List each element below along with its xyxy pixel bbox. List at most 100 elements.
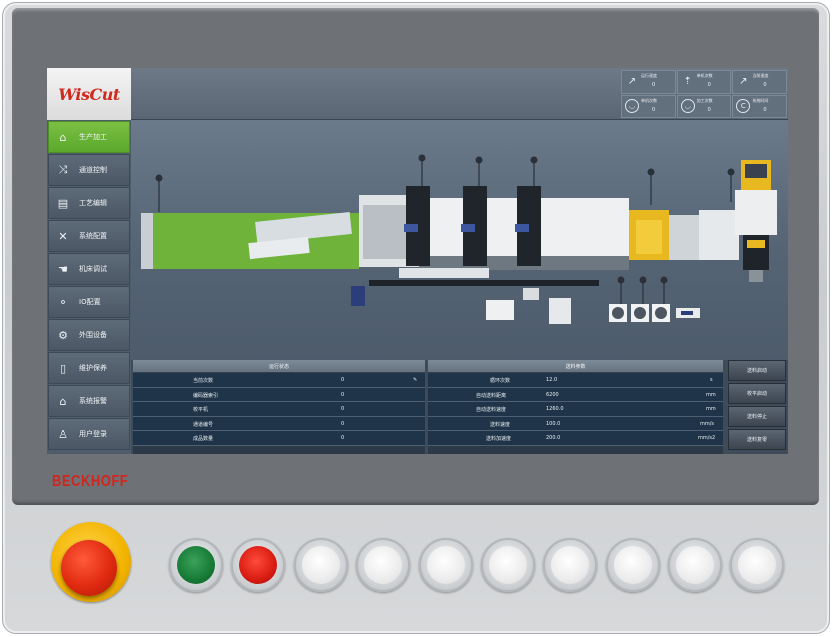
stat-label: 系统时间	[752, 97, 769, 103]
stat-value: 0	[763, 82, 767, 88]
row-unit: mm	[706, 406, 716, 412]
hardware-button-3[interactable]	[294, 538, 348, 592]
row-unit: mm	[706, 391, 716, 398]
sidebar-item-maintenance[interactable]: ▯ 维护保养	[48, 352, 130, 384]
table-row: 成品数量 0	[133, 431, 425, 446]
gear-icon: ⚙	[58, 328, 68, 342]
sidebar-item-alarms[interactable]: ⌂ 系统报警	[48, 385, 130, 417]
row-value[interactable]: 200.0	[546, 435, 560, 441]
sidebar-item-label: 生产加工	[79, 133, 107, 141]
io-icon: ⚬	[58, 295, 68, 309]
press-tower	[735, 160, 777, 282]
app-logo: WisCut	[47, 68, 131, 120]
stat-value: 0	[707, 106, 711, 113]
status-table-title: 运行状态	[133, 360, 425, 373]
stat-label: 单机次数	[696, 73, 713, 78]
user-icon: ♙	[58, 427, 68, 441]
row-label: 送料速度	[490, 421, 511, 428]
row-label: 自动送料距离	[476, 392, 507, 399]
stat-value: 0	[652, 106, 656, 113]
sidebar-item-machine-debug[interactable]: ☚ 机床调试	[48, 253, 130, 285]
brush-icon[interactable]: ✎	[413, 377, 417, 383]
stat-current-speed: ↗ 当前速度 0	[732, 70, 787, 94]
row-value[interactable]: 1260.0	[546, 406, 564, 412]
hardware-button-7[interactable]	[543, 538, 597, 592]
feed-stop-button[interactable]: 送料停止	[728, 406, 786, 427]
tools-icon: ✕	[58, 229, 68, 243]
row-value[interactable]: 100.0	[546, 421, 560, 427]
feed-table-title: 送料参数	[428, 360, 723, 373]
stat-label: 加工次数	[696, 97, 713, 103]
sidebar-item-label: 外围设备	[79, 331, 107, 339]
sidebar-item-label: 系统配置	[79, 232, 107, 240]
phone-icon: ▯	[59, 361, 67, 375]
hmi-screen: WisCut ↗ 运行速度 0 ⇡ 单机次数 0 ↗ 当前速度 0 ◡ 单机次数…	[47, 68, 788, 454]
sidebar-item-production[interactable]: ⌂ 生产加工	[48, 121, 130, 153]
row-label: 通道编号	[193, 421, 214, 428]
table-row[interactable]: 自动送料速度 1260.0 mm	[428, 402, 723, 417]
row-label: 循环次数	[490, 378, 511, 384]
row-label: 自动送料速度	[476, 407, 507, 413]
row-label: 送料加速度	[486, 436, 512, 442]
hardware-button-9[interactable]	[668, 538, 722, 592]
stat-process-count: ◡ 加工次数 0	[676, 94, 732, 118]
feed-start-button[interactable]: 送料启动	[728, 360, 786, 381]
table-row: 校平机 0	[133, 402, 425, 417]
row-label: 编码器索引	[193, 392, 219, 399]
row-value[interactable]: 12.0	[546, 377, 557, 383]
stat-value: 0	[763, 106, 767, 113]
stat-label: 单机次数	[641, 97, 657, 103]
row-unit: mm/s2	[698, 435, 716, 441]
sidebar-item-process-edit[interactable]: ▤ 工艺编辑	[48, 187, 130, 219]
row-label: 当前次数	[193, 378, 214, 384]
table-row[interactable]: 送料速度 100.0 mm/s	[428, 416, 723, 431]
bell-icon: ⌂	[59, 394, 67, 408]
row-value: 0	[341, 435, 345, 441]
hardware-button-5[interactable]	[419, 538, 473, 592]
row-value: 0	[341, 420, 345, 427]
table-row[interactable]: 循环次数 12.0 s	[428, 373, 723, 388]
top-bar: WisCut ↗ 运行速度 0 ⇡ 单机次数 0 ↗ 当前速度 0 ◡ 单机次数…	[47, 68, 788, 120]
document-icon: ▤	[57, 196, 69, 210]
status-grid: ↗ 运行速度 0 ⇡ 单机次数 0 ↗ 当前速度 0 ◡ 单机次数 0 ◡ 加工	[621, 70, 787, 118]
hardware-button-6[interactable]	[481, 538, 535, 592]
feed-reset-button[interactable]: 送料复零	[728, 429, 786, 450]
stat-cycle: ◡ 单机次数 0	[621, 94, 676, 118]
sidebar-item-channel-control[interactable]: ⤨ 通道控制	[48, 154, 130, 186]
machine-visualization[interactable]	[131, 120, 788, 360]
hardware-button-10[interactable]	[730, 538, 784, 592]
machine-diagram	[141, 154, 777, 324]
row-value[interactable]: 6200	[546, 392, 559, 398]
hardware-start-button[interactable]	[169, 538, 223, 592]
stat-value: 0	[652, 82, 656, 88]
leveler-start-button[interactable]: 校平启动	[728, 383, 786, 404]
sidebar-item-io-config[interactable]: ⚬ IO配置	[48, 286, 130, 318]
row-unit: s	[710, 377, 713, 383]
action-button-column: 送料启动 校平启动 送料停止 送料复零	[725, 360, 788, 454]
sidebar-item-peripherals[interactable]: ⚙ 外围设备	[48, 319, 130, 351]
hand-icon: ☚	[58, 262, 68, 276]
sidebar-item-label: 机床调试	[79, 265, 107, 273]
table-row[interactable]: 自动送料距离 6200 mm	[428, 387, 723, 402]
timer-icon: ◡	[680, 99, 695, 114]
table-row[interactable]: 送料加速度 200.0 mm/s2	[428, 431, 723, 446]
table-row: 编码器索引 0	[133, 387, 425, 402]
sidebar-item-label: 通道控制	[79, 166, 107, 174]
hardware-stop-button[interactable]	[231, 538, 285, 592]
counter-icon: ⇡	[683, 76, 692, 88]
hardware-button-4[interactable]	[356, 538, 410, 592]
emergency-stop-button[interactable]	[61, 540, 117, 596]
stat-label: 当前速度	[752, 73, 769, 78]
shuffle-icon: ⤨	[58, 163, 68, 176]
sidebar-item-user-login[interactable]: ♙ 用户登录	[48, 418, 130, 450]
hardware-button-8[interactable]	[606, 538, 660, 592]
table-row: 当前次数 0 ✎	[133, 373, 425, 388]
row-label: 校平机	[193, 407, 209, 413]
base-components	[351, 268, 700, 324]
brand-logo: BECKHOFF	[52, 471, 129, 490]
clock-icon: ◡	[625, 99, 639, 114]
row-label: 成品数量	[193, 436, 214, 442]
stat-label: 运行速度	[641, 73, 657, 78]
sidebar-item-label: 系统报警	[79, 397, 107, 405]
sidebar-item-system-config[interactable]: ✕ 系统配置	[48, 220, 130, 252]
